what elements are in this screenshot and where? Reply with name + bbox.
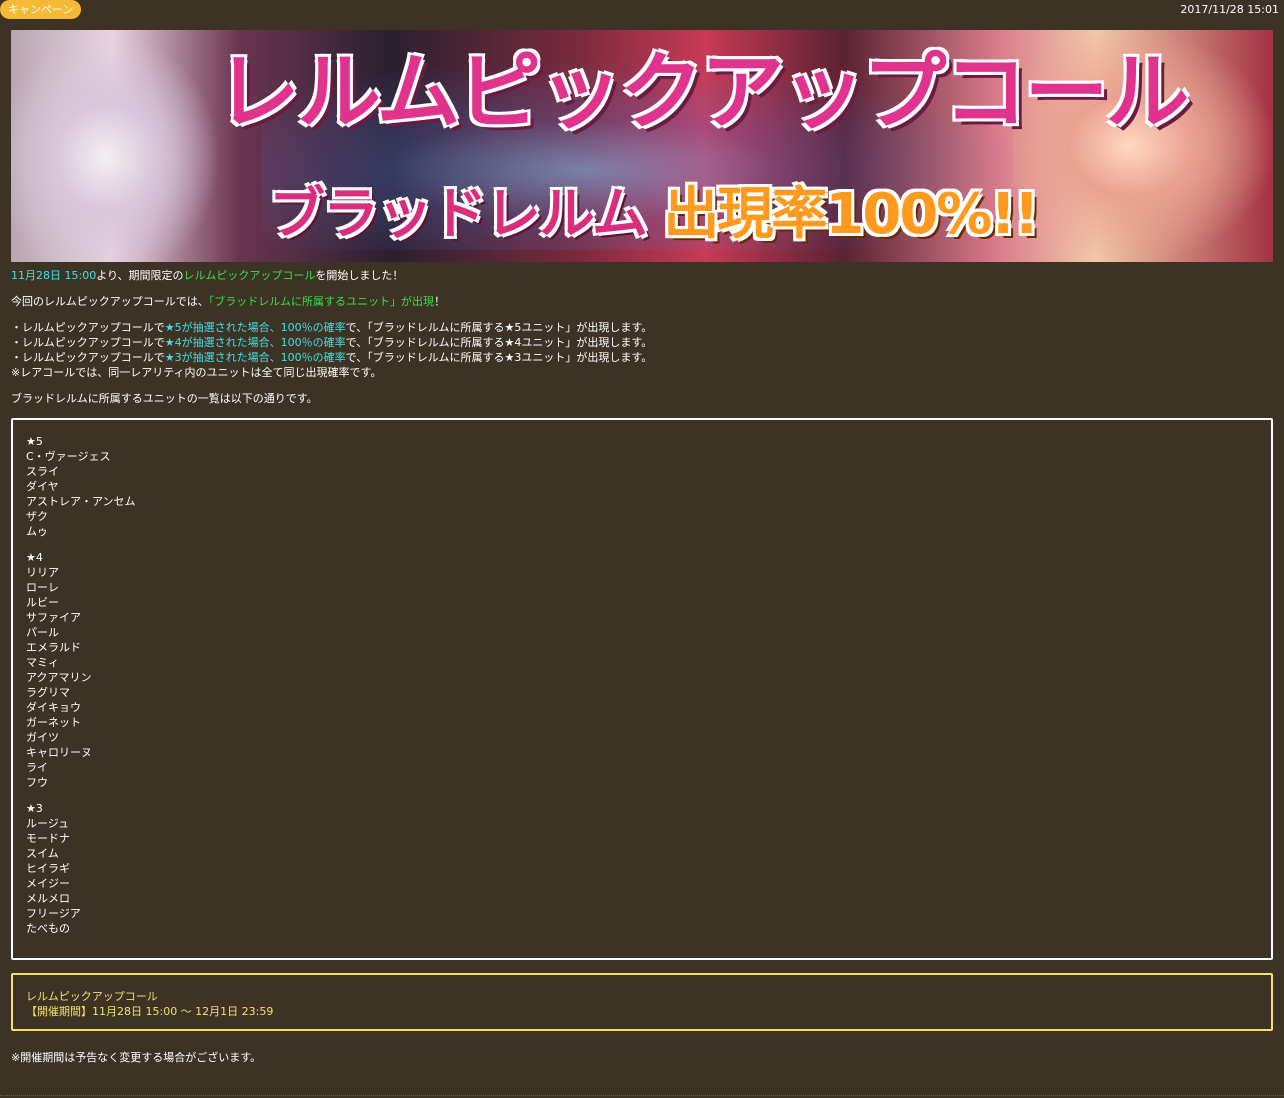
event-period-box: レルムピックアップコール 【開催期間】11月28日 15:00 ～ 12月1日 … bbox=[11, 973, 1273, 1031]
banner-left-character bbox=[11, 30, 221, 262]
unit-name: ライ bbox=[26, 761, 48, 774]
unit-name: フウ bbox=[26, 776, 48, 789]
campaign-banner-image: レルムピックアップコール ブラッドレルム 出現率100%!! bbox=[11, 30, 1273, 262]
unit-name: ガイツ bbox=[26, 731, 59, 744]
unit-name: ザク bbox=[26, 510, 48, 523]
unit-name: ダイヤ bbox=[26, 480, 59, 493]
banner-subtitle: ブラッドレルム 出現率100%!! bbox=[269, 180, 1039, 250]
highlight-line: 今回のレルムピックアップコールでは、「ブラッドレルムに所属するユニット」が出現！ bbox=[11, 294, 1273, 309]
unit-name: ガーネット bbox=[26, 716, 81, 729]
rule-line-star4: ・レルムピックアップコールで★4が抽選された場合、100％の確率で、「ブラッドレ… bbox=[11, 335, 1273, 350]
highlight-text-b: ！ bbox=[434, 295, 446, 308]
unit-name: サファイア bbox=[26, 611, 81, 624]
rarity-heading: ★3 bbox=[26, 802, 43, 815]
intro-text-b: を開始しました！ bbox=[315, 269, 404, 282]
rule-suffix: で、「ブラッドレルムに所属する★4ユニット」が出現します。 bbox=[345, 336, 653, 349]
period-range: 【開催期間】11月28日 15:00 ～ 12月1日 23:59 bbox=[26, 1005, 274, 1018]
unit-name: スイム bbox=[26, 847, 59, 860]
rule-emphasis: ★4が抽選された場合、100％の確率 bbox=[164, 336, 346, 349]
rate-note: ※レアコールでは、同一レアリティ内のユニットは全て同じ出現確率です。 bbox=[11, 366, 382, 379]
unit-name: パール bbox=[26, 626, 59, 639]
rule-prefix: ・レルムピックアップコールで bbox=[11, 321, 165, 334]
intro-line: 11月28日 15:00より、期間限定のレルムピックアップコールを開始しました！ bbox=[11, 268, 1273, 283]
banner-subtitle-rate: 出現率100%!! bbox=[663, 182, 1039, 247]
category-badge[interactable]: キャンペーン bbox=[0, 0, 82, 19]
divider bbox=[0, 1095, 1284, 1096]
banner-subtitle-main: ブラッドレルム bbox=[269, 182, 648, 247]
highlight-text-a: 今回のレルムピックアップコールでは、 bbox=[11, 295, 209, 308]
banner-title: レルムピックアップコール bbox=[216, 43, 1189, 141]
rarity-heading: ★4 bbox=[26, 551, 43, 564]
intro-text-a: より、期間限定の bbox=[96, 269, 184, 282]
post-date: 2017/11/28 15:01 bbox=[1180, 3, 1279, 16]
unit-name: ダイキョウ bbox=[26, 701, 81, 714]
rule-emphasis: ★3が抽選された場合、100％の確率 bbox=[164, 351, 346, 364]
rule-emphasis: ★5が抽選された場合、100％の確率 bbox=[164, 321, 346, 334]
unit-list-box: ★5 C・ヴァージェス スライダイヤアストレア・アンセム ザクムゥ ★4 リリアローレルビ… bbox=[11, 418, 1273, 960]
unit-name: C・ヴァージェス bbox=[26, 450, 111, 463]
unit-name: ローレ bbox=[26, 581, 59, 594]
event-name: レルムピックアップコール bbox=[183, 269, 316, 282]
rule-suffix: で、「ブラッドレルムに所属する★3ユニット」が出現します。 bbox=[345, 351, 653, 364]
rarity-heading: ★5 bbox=[26, 435, 43, 448]
unit-name: ラグリマ bbox=[26, 686, 70, 699]
unit-name: スライ bbox=[26, 465, 59, 478]
unit-name: マミィ bbox=[26, 656, 59, 669]
rule-line-star3: ・レルムピックアップコールで★3が抽選された場合、100％の確率で、「ブラッドレ… bbox=[11, 350, 1273, 365]
unit-name: アクアマリン bbox=[26, 671, 92, 684]
rule-suffix: で、「ブラッドレルムに所属する★5ユニット」が出現します。 bbox=[345, 321, 653, 334]
unit-name: ヒイラギ bbox=[26, 862, 70, 875]
schedule-footnote: ※開催期間は予告なく変更する場合がございます。 bbox=[11, 1051, 262, 1064]
start-time: 11月28日 15:00 bbox=[11, 269, 97, 282]
highlight-emphasis: 「ブラッドレルムに所属するユニット」が出現 bbox=[208, 295, 435, 308]
unit-list-intro: ブラッドレルムに所属するユニットの一覧は以下の通りです。 bbox=[11, 392, 318, 405]
unit-name: メイジー bbox=[26, 877, 70, 890]
period-event-name: レルムピックアップコール bbox=[26, 990, 158, 1003]
rule-prefix: ・レルムピックアップコールで bbox=[11, 336, 165, 349]
event-period-content: レルムピックアップコール 【開催期間】11月28日 15:00 ～ 12月1日 … bbox=[26, 989, 273, 1019]
unit-name: ルビー bbox=[26, 596, 59, 609]
unit-name: キャロリーヌ bbox=[26, 746, 92, 759]
unit-name: たべもの bbox=[26, 922, 70, 935]
rule-prefix: ・レルムピックアップコールで bbox=[11, 351, 165, 364]
rule-line-star5: ・レルムピックアップコールで★5が抽選された場合、100％の確率で、「ブラッドレ… bbox=[11, 320, 1273, 335]
unit-name: ルージュ bbox=[26, 817, 70, 830]
unit-name: アストレア・アンセム bbox=[26, 495, 136, 508]
unit-name: フリージア bbox=[26, 907, 81, 920]
unit-name: ムゥ bbox=[26, 525, 48, 538]
news-header: キャンペーン 2017/11/28 15:01 bbox=[0, 0, 1284, 26]
article-body: 11月28日 15:00より、期間限定のレルムピックアップコールを開始しました！… bbox=[11, 268, 1273, 406]
unit-name: メルメロ bbox=[26, 892, 70, 905]
unit-name: リリア bbox=[26, 566, 59, 579]
unit-name: エメラルド bbox=[26, 641, 81, 654]
unit-name: モードナ bbox=[26, 832, 70, 845]
unit-list: ★5 C・ヴァージェス スライダイヤアストレア・アンセム ザクムゥ ★4 リリアローレルビ… bbox=[26, 434, 136, 936]
